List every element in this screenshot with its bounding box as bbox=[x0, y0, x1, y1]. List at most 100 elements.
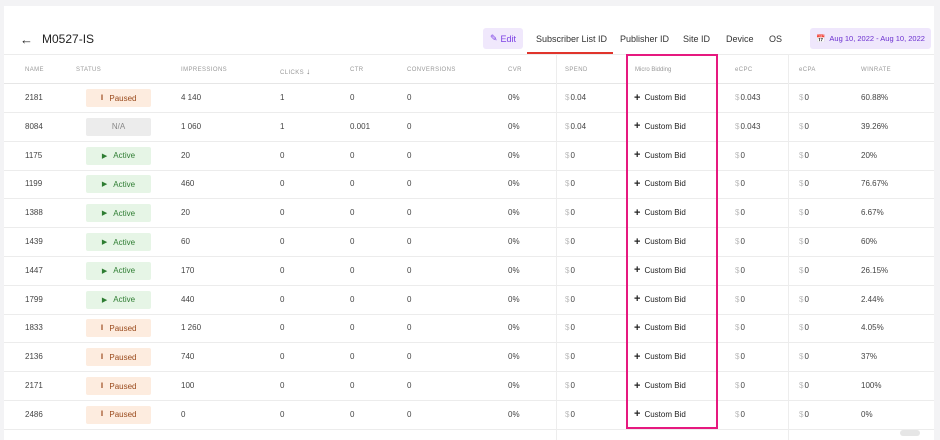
tab-device[interactable]: Device bbox=[726, 34, 754, 44]
tab-subscriber-list-id[interactable]: Subscriber List ID bbox=[536, 34, 607, 44]
status-label: Paused bbox=[109, 93, 137, 103]
cell-impressions: 1 260 bbox=[181, 323, 201, 332]
cell-spend: $0 bbox=[565, 179, 575, 188]
cell-spend: $0.04 bbox=[565, 93, 586, 102]
cell-name: 2136 bbox=[25, 352, 43, 361]
horizontal-scrollbar[interactable] bbox=[900, 430, 920, 436]
dollar-sign: $ bbox=[735, 265, 740, 275]
cell-spend: $0.04 bbox=[565, 122, 586, 131]
cell-value: 0% bbox=[508, 93, 520, 102]
status-badge[interactable]: ▶ Active bbox=[86, 261, 151, 280]
table-row[interactable]: 2486 0 0 0 0 0% $0 $0 $0 0% ‖ Paused + Custom Bid bbox=[4, 401, 934, 430]
cell-value: 0% bbox=[861, 409, 873, 419]
custom-bid-button[interactable]: + Custom Bid bbox=[634, 236, 686, 247]
cell-value: 0.04 bbox=[570, 121, 587, 131]
custom-bid-button[interactable]: + Custom Bid bbox=[634, 92, 686, 103]
cell-value: 0 bbox=[280, 323, 285, 333]
status-badge[interactable]: ‖ Paused bbox=[86, 89, 151, 107]
status-label: Paused bbox=[109, 410, 137, 420]
toolbar: ← M0527-IS ✎ Edit Subscriber List ID Pub… bbox=[4, 6, 934, 54]
status-badge[interactable]: ▶ Active bbox=[86, 233, 151, 251]
custom-bid-button[interactable]: + Custom Bid bbox=[634, 294, 686, 305]
status-badge[interactable]: ▶ Active bbox=[86, 290, 151, 309]
table-row[interactable]: 2136 740 0 0 0 0% $0 $0 $0 37% ‖ Paused + Custom Bid bbox=[4, 343, 934, 373]
tab-os[interactable]: OS bbox=[769, 34, 782, 44]
cell-value: 0.043 bbox=[740, 93, 761, 102]
column-header-conversions[interactable]: CONVERSIONS bbox=[407, 67, 456, 73]
table-row[interactable]: 1447 170 0 0 0 0% $0 $0 $0 26.15% ▶ Active + Custom B… bbox=[4, 257, 934, 286]
cell-value: 20% bbox=[861, 150, 878, 160]
pause-icon: ‖ bbox=[100, 353, 104, 361]
custom-bid-button[interactable]: + Custom Bid bbox=[634, 265, 686, 276]
column-header-micro-bidding[interactable]: Micro Bidding bbox=[635, 67, 671, 73]
dollar-sign: $ bbox=[799, 352, 804, 362]
custom-bid-button[interactable]: + Custom Bid bbox=[634, 380, 686, 391]
table-row[interactable]: 1388 20 0 0 0 0% $0 $0 $0 6.67% ▶ Active + Custom Bid bbox=[4, 199, 934, 229]
status-badge[interactable]: N/A bbox=[86, 117, 151, 136]
cell-clicks: 0 bbox=[280, 237, 284, 246]
table-row[interactable]: 1199 460 0 0 0 0% $0 $0 $0 76.67% ▶ Active + Custom B… bbox=[4, 170, 934, 200]
status-label: Paused bbox=[109, 381, 137, 391]
table-row[interactable]: 1439 60 0 0 0 0% $0 $0 $0 60% ▶ Active + Custom Bid bbox=[4, 228, 934, 257]
custom-bid-button[interactable]: + Custom Bid bbox=[634, 350, 686, 363]
play-icon: ▶ bbox=[101, 152, 108, 160]
cell-conversions: 0 bbox=[407, 179, 411, 188]
table-row[interactable]: 1833 1 260 0 0 0 0% $0 $0 $0 4.05% ‖ Paused + Custom … bbox=[4, 314, 934, 344]
column-header-spend[interactable]: SPEND bbox=[565, 67, 588, 73]
status-badge[interactable]: ‖ Paused bbox=[86, 405, 151, 424]
table-row[interactable]: 2181 4 140 1 0 0 0% $0.04 $0.043 $0 60.88% ‖ Paused… bbox=[4, 84, 934, 113]
column-header-ecpa[interactable]: eCPA bbox=[799, 67, 816, 73]
date-range-button[interactable]: 📅 Aug 10, 2022 - Aug 10, 2022 bbox=[810, 28, 931, 49]
cell-clicks: 0 bbox=[280, 323, 284, 332]
column-header-cvr[interactable]: CVR bbox=[508, 67, 522, 73]
cell-value: 460 bbox=[181, 179, 195, 189]
cell-value: 8084 bbox=[25, 121, 43, 131]
status-badge[interactable]: ‖ Paused bbox=[86, 348, 151, 367]
custom-bid-button[interactable]: + Custom Bid bbox=[634, 150, 686, 161]
table-row[interactable]: 1799 440 0 0 0 0% $0 $0 $0 2.44% ▶ Active + Custom Bi… bbox=[4, 286, 934, 315]
back-arrow-icon[interactable]: ← bbox=[20, 32, 33, 47]
column-header-status[interactable]: STATUS bbox=[76, 67, 101, 73]
cell-ecpc: $0.043 bbox=[735, 122, 760, 131]
cell-value: 100% bbox=[861, 381, 882, 390]
custom-bid-button[interactable]: + Custom Bid bbox=[634, 121, 686, 132]
cell-cvr: 0% bbox=[508, 410, 520, 419]
column-header-ctr[interactable]: CTR bbox=[350, 67, 364, 73]
table-row[interactable]: 1175 20 0 0 0 0% $0 $0 $0 20% ▶ Active + Custom Bid bbox=[4, 142, 934, 171]
column-header-impressions[interactable]: IMPRESSIONS bbox=[181, 67, 227, 73]
cell-value: 440 bbox=[181, 294, 195, 304]
custom-bid-button[interactable]: + Custom Bid bbox=[634, 322, 686, 333]
status-badge[interactable]: ▶ Active bbox=[86, 175, 151, 194]
cell-value: 0 bbox=[804, 121, 809, 131]
column-header-clicks[interactable]: CLICKS ↓ bbox=[280, 67, 311, 76]
status-label: Active bbox=[113, 295, 136, 305]
status-badge[interactable]: ▶ Active bbox=[86, 204, 151, 223]
status-badge[interactable]: ‖ Paused bbox=[86, 377, 151, 395]
cell-winrate: 39.26% bbox=[861, 122, 888, 131]
custom-bid-button[interactable]: + Custom Bid bbox=[634, 178, 686, 189]
dollar-sign: $ bbox=[565, 237, 570, 246]
table-row[interactable]: 8084 1 060 1 0.001 0 0% $0.04 $0.043 $0 39.26% N/A… bbox=[4, 113, 934, 142]
column-header-winrate[interactable]: WINRATE bbox=[861, 67, 891, 73]
table-row[interactable]: 2171 100 0 0 0 0% $0 $0 $0 100% ‖ Paused + Custom Bid bbox=[4, 372, 934, 401]
column-header-name[interactable]: NAME bbox=[25, 67, 44, 73]
status-badge[interactable]: ▶ Active bbox=[86, 146, 151, 165]
cell-value: 0% bbox=[508, 265, 520, 275]
custom-bid-label: Custom Bid bbox=[644, 323, 686, 333]
cell-value: 0 bbox=[570, 352, 575, 362]
dollar-sign: $ bbox=[735, 150, 740, 160]
tab-publisher-id[interactable]: Publisher ID bbox=[620, 34, 669, 44]
column-header-ecpc[interactable]: eCPC bbox=[735, 67, 753, 73]
tab-site-id[interactable]: Site ID bbox=[683, 34, 710, 44]
cell-clicks: 1 bbox=[280, 93, 284, 102]
custom-bid-button[interactable]: + Custom Bid bbox=[634, 409, 686, 420]
cell-value: 60 bbox=[181, 237, 190, 246]
custom-bid-button[interactable]: + Custom Bid bbox=[634, 207, 686, 218]
edit-button[interactable]: ✎ Edit bbox=[483, 28, 523, 49]
plus-icon: + bbox=[634, 350, 641, 363]
cell-value: 1 bbox=[280, 93, 285, 102]
status-badge[interactable]: ‖ Paused bbox=[86, 319, 151, 338]
cell-value: 0 bbox=[740, 179, 745, 189]
cell-value: 0% bbox=[508, 352, 520, 362]
cell-value: 0% bbox=[508, 237, 520, 246]
